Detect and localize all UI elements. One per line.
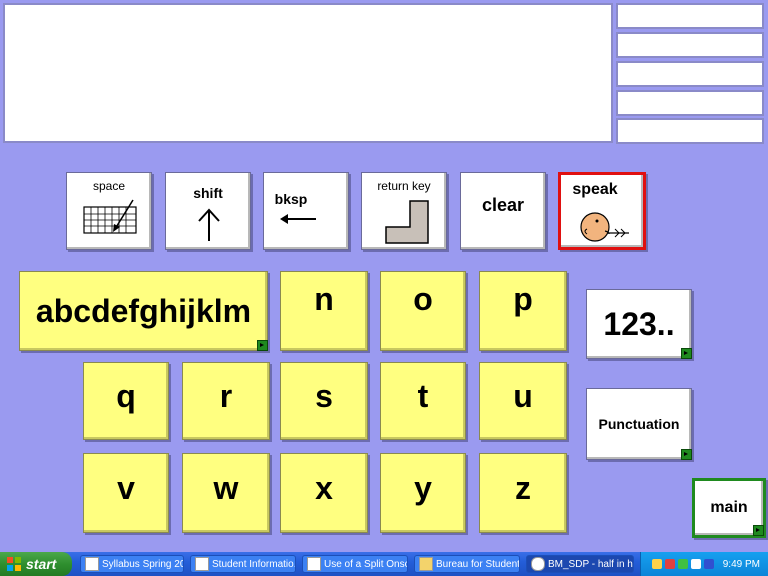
prediction-slot-2[interactable] — [616, 32, 764, 58]
taskbar-button-student-info[interactable]: Student Informatio... — [190, 555, 296, 573]
arrow-up-icon — [198, 208, 220, 241]
main-button[interactable]: main — [692, 478, 766, 538]
shift-button[interactable]: shift — [165, 172, 251, 250]
word-doc-icon — [195, 557, 209, 571]
space-button[interactable]: space — [66, 172, 152, 250]
message-window[interactable] — [3, 3, 613, 143]
tray-icon[interactable] — [690, 559, 701, 569]
backspace-button[interactable]: bksp — [263, 172, 349, 250]
prediction-slot-1[interactable] — [616, 3, 764, 29]
letter-key-r[interactable]: r — [182, 362, 270, 440]
letter-key-n[interactable]: n — [280, 271, 368, 351]
taskbar-button-split-onscreen[interactable]: Use of a Split Onsc... — [302, 555, 408, 573]
return-key-icon — [385, 200, 429, 244]
letter-key-o[interactable]: o — [380, 271, 466, 351]
word-doc-icon — [85, 557, 99, 571]
return-key-button[interactable]: return key — [361, 172, 447, 250]
clock[interactable]: 9:49 PM — [723, 559, 760, 570]
letter-key-x[interactable]: x — [280, 453, 368, 533]
letter-key-u[interactable]: u — [479, 362, 567, 440]
keyboard-icon — [83, 199, 137, 234]
letters-a-m-key[interactable]: abcdefghijklm — [19, 271, 268, 351]
letter-key-y[interactable]: y — [380, 453, 466, 533]
letter-key-v[interactable]: v — [83, 453, 169, 533]
link-arrow-icon — [681, 449, 692, 460]
taskbar-button-syllabus[interactable]: Syllabus Spring 20... — [80, 555, 184, 573]
arrow-left-icon — [280, 214, 316, 224]
numbers-button[interactable]: 123.. — [586, 289, 692, 359]
app-icon — [531, 557, 545, 571]
speaking-face-icon — [580, 212, 629, 242]
letter-key-q[interactable]: q — [83, 362, 169, 440]
taskbar-button-bm-sdp[interactable]: BM_SDP - half in h... — [526, 555, 634, 573]
prediction-slot-4[interactable] — [616, 90, 764, 116]
windows-logo-icon — [7, 557, 21, 571]
taskbar-button-bureau[interactable]: Bureau for Student... — [414, 555, 520, 573]
letter-key-s[interactable]: s — [280, 362, 368, 440]
letter-key-p[interactable]: p — [479, 271, 567, 351]
link-arrow-icon — [681, 348, 692, 359]
clear-button[interactable]: clear — [460, 172, 546, 250]
tray-icon[interactable] — [703, 559, 714, 569]
speak-button[interactable]: speak — [558, 172, 646, 250]
start-button[interactable]: start — [0, 552, 72, 576]
tray-icon[interactable] — [677, 559, 688, 569]
letter-key-z[interactable]: z — [479, 453, 567, 533]
link-arrow-icon — [257, 340, 268, 351]
tray-icon[interactable] — [651, 559, 662, 569]
prediction-slot-3[interactable] — [616, 61, 764, 87]
link-arrow-icon — [753, 525, 764, 536]
tray-icon[interactable] — [664, 559, 675, 569]
letter-key-w[interactable]: w — [182, 453, 270, 533]
punctuation-button[interactable]: Punctuation — [586, 388, 692, 460]
system-tray: 9:49 PM — [640, 552, 768, 576]
prediction-slot-5[interactable] — [616, 118, 764, 144]
folder-icon — [419, 557, 433, 571]
word-doc-icon — [307, 557, 321, 571]
letter-key-t[interactable]: t — [380, 362, 466, 440]
